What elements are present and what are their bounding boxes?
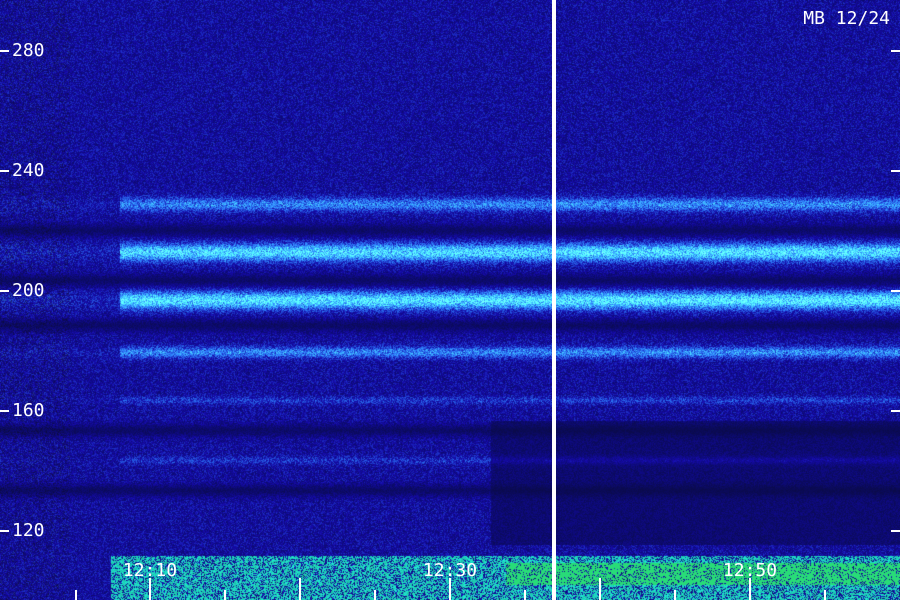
x-tick-minor	[224, 590, 226, 600]
x-tick-minor	[524, 590, 526, 600]
x-tick-major	[449, 578, 451, 600]
x-tick-minor	[674, 590, 676, 600]
y-tick-right	[891, 290, 900, 292]
y-tick-right	[891, 170, 900, 172]
y-label: 200	[12, 280, 45, 301]
y-tick-left	[0, 290, 9, 292]
x-tick-major	[299, 578, 301, 600]
x-tick-minor	[75, 590, 77, 600]
y-tick-left	[0, 50, 9, 52]
y-label: 160	[12, 400, 45, 421]
y-tick-left	[0, 170, 9, 172]
x-tick-minor	[374, 590, 376, 600]
y-label: 120	[12, 520, 45, 541]
y-label: 280	[12, 40, 45, 61]
spectrogram-canvas	[0, 0, 900, 600]
time-cursor-line[interactable]	[552, 0, 556, 600]
y-tick-right	[891, 410, 900, 412]
x-tick-major	[749, 578, 751, 600]
y-tick-left	[0, 530, 9, 532]
x-tick-minor	[824, 590, 826, 600]
station-date-stamp: MB 12/24	[803, 8, 890, 29]
y-label: 240	[12, 160, 45, 181]
x-tick-major	[149, 578, 151, 600]
spectrogram-view: MB 12/24 280 240 200 160 120 12:10 12:30…	[0, 0, 900, 600]
y-tick-left	[0, 410, 9, 412]
x-tick-major	[599, 578, 601, 600]
y-tick-right	[891, 50, 900, 52]
y-tick-right	[891, 530, 900, 532]
